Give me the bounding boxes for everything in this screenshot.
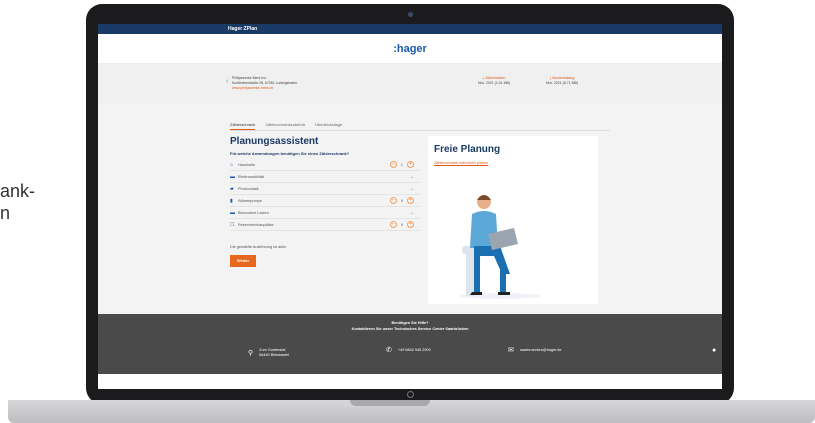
download-2-label: Musterkatalog (552, 76, 575, 80)
planner-rows: ⌂ Haushalte −1 + ▬ Elektromobilität ⌄ ▰ P… (230, 159, 420, 231)
download-1-meta: Nov. 2021 (1.01 MB) (478, 81, 511, 85)
camera-icon (408, 12, 413, 17)
download-1[interactable]: ⤓ Zählerstation Nov. 2021 (1.01 MB) (478, 76, 510, 86)
tab-zaehlerschrank[interactable]: Zählerschrank (230, 122, 256, 130)
dealer-link[interactable]: www.philipswerke-merk.de (232, 86, 297, 91)
solar-icon: ▰ (230, 185, 234, 192)
download-2[interactable]: ⤓ Musterkatalog Nov. 2021 (5.71 MB) (546, 76, 578, 86)
globe-icon: ● (712, 347, 717, 354)
planner-question: Für welche Anwendungen benötigen Sie ein… (230, 151, 350, 156)
plus-button[interactable]: + (407, 221, 414, 228)
list-item[interactable]: ▮ Wärmepumpe −0 + (230, 195, 420, 207)
side-text-line-2: n (0, 203, 11, 223)
tab-zubehoer[interactable]: Zählerschrankzubehör (265, 122, 305, 130)
planner-title: Planungsassistent (230, 136, 319, 147)
free-link[interactable]: Zählerschrank individuell planen (428, 155, 598, 165)
row-value: 0 (400, 198, 403, 203)
address-line-2: 66440 Blieskastel (259, 353, 289, 357)
house-icon: ⌂ (230, 161, 234, 168)
app-title: Hager ZPlan (98, 24, 722, 34)
header: :hager (98, 34, 722, 64)
row-value: 0 (400, 222, 403, 227)
row-label: Photovoltaik (238, 186, 259, 191)
car-icon: ▬ (230, 209, 235, 216)
dealer-info: Philipswerke Merk Inc. Kurfürstenstraße … (232, 76, 297, 91)
tabs-divider (230, 130, 610, 131)
location-pin-icon: ⚲ (248, 349, 254, 357)
row-label: Haushalte (238, 162, 256, 167)
minus-button[interactable]: − (389, 221, 397, 228)
phone-icon: ✆ (386, 347, 392, 354)
laptop: Hager ZPlan :hager ‹ Philipswerke Merk I… (86, 4, 734, 404)
laptop-screen: Hager ZPlan :hager ‹ Philipswerke Merk I… (98, 24, 722, 389)
footer-phone[interactable]: ✆ +49 6842 945 2900 (386, 347, 431, 354)
dealer-bar: ‹ Philipswerke Merk Inc. Kurfürstenstraß… (98, 64, 722, 104)
person-laptop-illustration (460, 195, 540, 299)
tab-ueberblick[interactable]: Überblickslisge (315, 122, 342, 130)
power-icon (407, 391, 414, 398)
list-item[interactable]: ▰ Photovoltaik ⌄ (230, 183, 420, 195)
download-2-meta: Nov. 2021 (5.71 MB) (546, 81, 579, 85)
hager-logo[interactable]: :hager (393, 43, 427, 55)
minus-button[interactable]: − (389, 197, 397, 204)
planner-panel: Planungsassistent Für welche Anwendungen… (230, 136, 420, 306)
plus-button[interactable]: + (407, 161, 414, 168)
list-item[interactable]: ☐ Reserveeinbauplätze −0 + (230, 219, 420, 231)
side-text-line-1: ank- (0, 181, 36, 201)
list-item[interactable]: ▬ Elektromobilität ⌄ (230, 171, 420, 183)
list-item[interactable]: ⌂ Haushalte −1 + (230, 159, 420, 171)
free-planning-panel: Freie Planung Zählerschrank individuell … (428, 136, 598, 304)
stage: ank- n Hager ZPlan :hager ‹ Philipswerke… (0, 0, 815, 423)
row-label: Wärmepumpe (238, 198, 262, 203)
phone-number: +49 6842 945 2900 (397, 348, 431, 352)
download-1-label: Zählerstation (485, 76, 506, 80)
side-text: ank- n (0, 180, 35, 224)
row-label: Reserveeinbauplätze (238, 222, 274, 227)
next-button[interactable]: Weiter (230, 255, 256, 267)
chevron-down-icon[interactable]: ⌄ (410, 210, 414, 216)
heatpump-icon: ▮ (230, 197, 233, 204)
minus-button[interactable]: − (389, 161, 397, 168)
email-address: saarbruecken@hager.de (519, 348, 562, 352)
tabs: Zählerschrank Zählerschrankzubehör Überb… (230, 122, 342, 130)
row-label: Besondere Lasten (238, 210, 269, 215)
chevron-down-icon[interactable]: ⌄ (410, 174, 414, 180)
box-icon: ☐ (230, 221, 235, 228)
free-title: Freie Planung (434, 144, 501, 155)
planner-note: Die gewählte Ausführung ist aktiv. (230, 245, 287, 249)
row-label: Elektromobilität (238, 174, 264, 179)
footer-globe[interactable]: ● (712, 347, 717, 354)
chevron-down-icon[interactable]: ⌄ (410, 186, 414, 192)
car-icon: ▬ (230, 173, 235, 180)
help-subtitle: Kontaktieren Sie unser Technisches Servi… (351, 327, 469, 331)
mail-icon: ✉ (508, 347, 514, 354)
plus-button[interactable]: + (407, 197, 414, 204)
help-block: Benötigen Sie Hilfe? Kontaktieren Sie un… (98, 320, 722, 332)
footer-address: ⚲ Zum Gunterstal 66440 Blieskastel (248, 348, 289, 358)
footer-email[interactable]: ✉ saarbruecken@hager.de (508, 347, 562, 354)
list-item[interactable]: ▬ Besondere Lasten ⌄ (230, 207, 420, 219)
laptop-base-notch (350, 400, 430, 406)
footer: Benötigen Sie Hilfe? Kontaktieren Sie un… (98, 314, 722, 374)
bottom-strip (98, 374, 722, 389)
chevron-left-icon[interactable]: ‹ (226, 78, 228, 85)
row-value: 1 (400, 162, 403, 167)
